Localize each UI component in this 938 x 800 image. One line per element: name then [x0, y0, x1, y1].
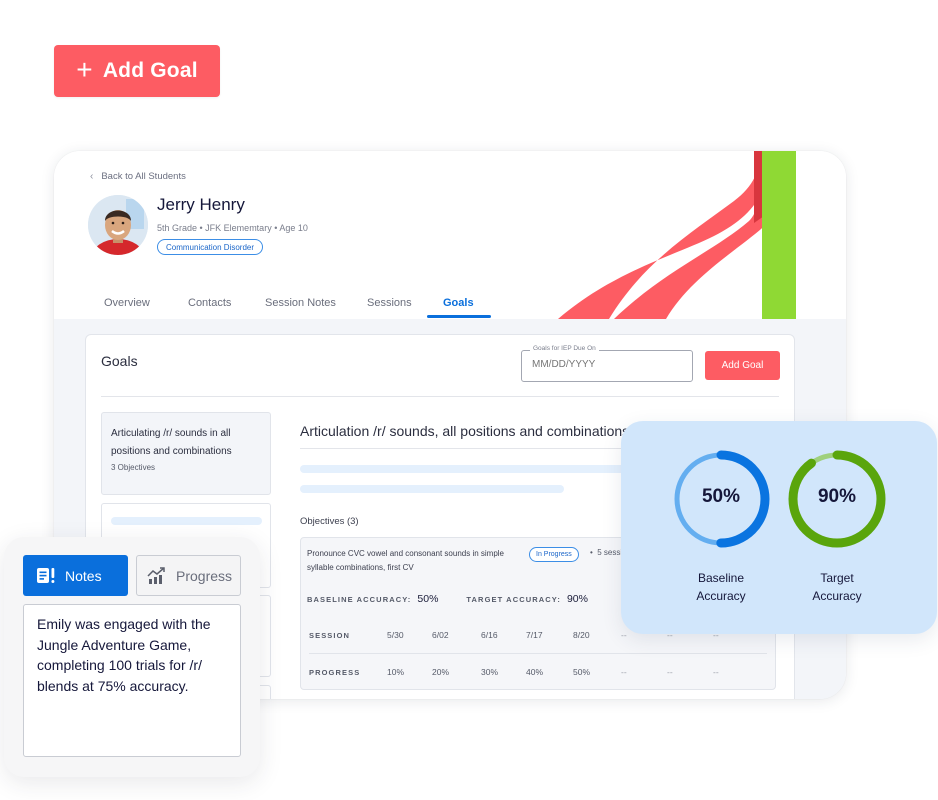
profile-header: ‹ Back to All Students Jerry Henry 5th G… — [54, 151, 846, 319]
accuracy-row: BASELINE ACCURACY: 50% TARGET ACCURACY: … — [307, 593, 616, 605]
tab-overview[interactable]: Overview — [104, 297, 150, 309]
plus-icon: + — [76, 53, 93, 85]
divider — [101, 396, 779, 397]
goal-detail-title: Articulation /r/ sounds, all positions a… — [300, 423, 630, 439]
skeleton-line — [300, 465, 630, 473]
session-date-cell: 7/17 — [526, 630, 543, 640]
add-goal-hero-button[interactable]: + Add Goal — [54, 45, 220, 97]
add-goal-button[interactable]: Add Goal — [705, 351, 780, 380]
target-accuracy-value: 90% — [566, 593, 588, 605]
goal-item-objectives: 3 Objectives — [111, 463, 156, 472]
chart-growth-icon — [147, 566, 165, 584]
baseline-caption-line1: Baseline — [697, 571, 745, 585]
target-accuracy-percent: 90% — [817, 486, 857, 507]
objectives-label: Objectives (3) — [300, 516, 359, 527]
tab-contacts[interactable]: Contacts — [188, 297, 231, 309]
session-date-cell: 8/20 — [573, 630, 590, 640]
iep-due-date-input[interactable] — [532, 359, 672, 370]
progress-tab-label: Progress — [176, 567, 233, 584]
student-avatar — [88, 195, 148, 255]
baseline-accuracy-percent: 50% — [701, 486, 741, 507]
notes-textarea[interactable]: Emily was engaged with the Jungle Advent… — [23, 604, 241, 757]
baseline-accuracy-caption: Baseline Accuracy — [661, 569, 781, 605]
baseline-caption-line2: Accuracy — [696, 589, 746, 603]
session-notes-card: Notes Progress Emily was engaged with th… — [4, 537, 260, 777]
notes-tab-label: Notes — [65, 567, 102, 584]
iep-due-date-legend: Goals for IEP Due On — [530, 345, 599, 352]
goal-list-item[interactable]: Articulating /r/ sounds in all positions… — [101, 412, 271, 495]
goal-item-title: Articulating /r/ sounds in all positions… — [111, 428, 232, 457]
active-tab-indicator — [427, 315, 491, 318]
target-accuracy-label: TARGET ACCURACY: — [466, 595, 561, 604]
notes-icon — [37, 567, 55, 583]
session-date-cell: -- — [621, 630, 627, 640]
progress-value-cell: 20% — [432, 667, 450, 677]
skeleton-line — [111, 517, 262, 525]
back-link-label: Back to All Students — [101, 171, 186, 182]
diagnosis-badge: Communication Disorder — [157, 239, 264, 255]
target-caption-line1: Target — [820, 571, 854, 585]
back-to-students-link[interactable]: ‹ Back to All Students — [90, 171, 186, 182]
session-date-cell: 5/30 — [387, 630, 404, 640]
status-badge: In Progress — [529, 547, 579, 562]
add-goal-hero-label: Add Goal — [102, 59, 198, 82]
divider — [309, 653, 767, 654]
tab-session-notes[interactable]: Session Notes — [265, 297, 336, 309]
baseline-accuracy-value: 50% — [417, 593, 439, 605]
chevron-left-icon: ‹ — [90, 171, 94, 182]
target-accuracy-caption: Target Accuracy — [777, 569, 897, 605]
session-row-label: SESSION — [309, 631, 351, 640]
student-name: Jerry Henry — [157, 195, 245, 214]
baseline-accuracy-label: BASELINE ACCURACY: — [307, 595, 412, 604]
progress-value-cell: 50% — [573, 667, 591, 677]
accuracy-summary-card: 50% Baseline Accuracy 90% Target Accurac… — [621, 421, 937, 634]
progress-value-cell: 10% — [387, 667, 405, 677]
progress-value-cell: -- — [621, 667, 627, 677]
session-date-cell: 6/16 — [481, 630, 498, 640]
target-caption-line2: Accuracy — [812, 589, 862, 603]
student-meta: 5th Grade • JFK Elememtary • Age 10 — [157, 223, 308, 233]
goals-panel-title: Goals — [101, 353, 138, 369]
skeleton-line — [300, 485, 564, 493]
iep-due-date-field[interactable]: Goals for IEP Due On — [521, 345, 693, 382]
progress-value-cell: -- — [667, 667, 673, 677]
progress-value-cell: 40% — [526, 667, 544, 677]
notes-tab[interactable]: Notes — [23, 555, 128, 596]
progress-row-label: PROGRESS — [309, 668, 361, 677]
objective-text: Pronounce CVC vowel and consonant sounds… — [307, 549, 505, 572]
tab-goals[interactable]: Goals — [443, 297, 474, 309]
progress-value-cell: -- — [713, 667, 719, 677]
tab-sessions[interactable]: Sessions — [367, 297, 412, 309]
progress-tab[interactable]: Progress — [136, 555, 241, 596]
progress-value-cell: 30% — [481, 667, 499, 677]
session-date-cell: 6/02 — [432, 630, 449, 640]
